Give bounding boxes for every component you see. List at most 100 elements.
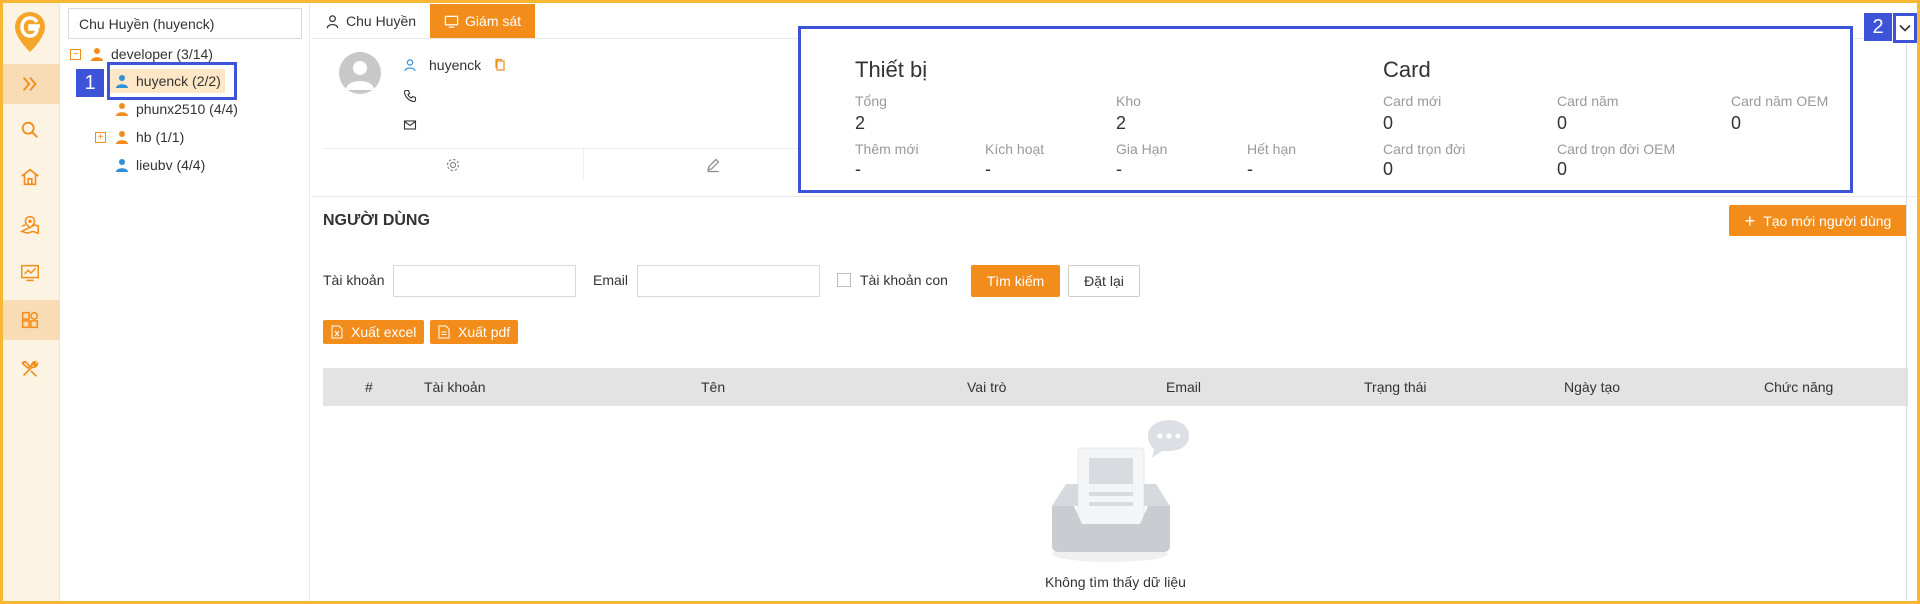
tree-node-label: lieubv (4/4) (136, 157, 206, 173)
user-group-icon (116, 131, 128, 144)
user-group-icon (91, 48, 103, 61)
column-header: Chức năng (1764, 379, 1834, 395)
column-header: Trạng thái (1364, 379, 1427, 395)
user-group-icon (116, 103, 128, 116)
profile-username: huyenck (429, 57, 482, 73)
callout-badge-1: 1 (76, 69, 104, 97)
device-stats-title: Thiết bị (855, 57, 928, 82)
export-pdf-button[interactable]: Xuất pdf (430, 320, 519, 344)
tree-node-label: phunx2510 (4/4) (136, 101, 238, 117)
monitor-icon (444, 15, 459, 28)
stat-value: 0 (1383, 113, 1394, 133)
collapse-toggle-icon[interactable]: − (70, 48, 81, 60)
stat-value: 0 (1557, 159, 1568, 179)
column-header: # (365, 379, 373, 395)
column-header: Tài khoản (424, 379, 486, 395)
stat-label: Card trọn đời (1383, 141, 1466, 157)
map-icon[interactable] (0, 205, 60, 245)
tree-node-phunx2510[interactable]: phunx2510 (4/4) (114, 97, 238, 121)
child-account-checkbox[interactable] (837, 273, 851, 287)
users-heading: NGƯỜI DÙNG (323, 212, 430, 229)
create-user-button[interactable]: + Tạo mới người dùng (1729, 205, 1907, 236)
pdf-file-icon (438, 325, 450, 339)
column-header: Tên (701, 379, 726, 395)
users-table-header: # Tài khoản Tên Vai trò Email Trạng thái… (323, 368, 1908, 406)
profile-username-row: huyenck (403, 57, 507, 73)
column-header: Email (1166, 379, 1202, 395)
stat-label: Card trọn đời OEM (1557, 141, 1676, 157)
home-icon[interactable] (0, 157, 60, 197)
stat-value: 2 (1116, 113, 1127, 133)
export-pdf-label: Xuất pdf (458, 324, 511, 340)
card-stats-title: Card (1383, 57, 1431, 82)
stat-label: Gia Hạn (1116, 141, 1168, 157)
empty-inbox-illustration (1044, 414, 1196, 564)
reset-button[interactable]: Đặt lại (1068, 265, 1140, 297)
stat-label: Card năm (1557, 93, 1619, 109)
tree-node-label: hb (1/1) (136, 129, 185, 145)
excel-file-icon (331, 325, 343, 339)
export-excel-button[interactable]: Xuất excel (323, 320, 425, 344)
stat-label: Hết hạn (1247, 141, 1297, 157)
stat-label: Card mới (1383, 93, 1442, 109)
expand-icon[interactable] (0, 64, 60, 104)
child-account-label: Tài khoản con (860, 272, 948, 288)
tab-label: Giám sát (465, 13, 522, 29)
search-icon[interactable] (0, 110, 60, 150)
nav-rail (0, 0, 60, 604)
stat-label: Card năm OEM (1731, 93, 1829, 109)
stat-value: - (855, 159, 861, 179)
logo (13, 10, 47, 54)
stat-value: 0 (1731, 113, 1742, 133)
column-header: Vai trò (967, 379, 1007, 395)
stat-value: 2 (855, 113, 866, 133)
create-user-label: Tạo mới người dùng (1763, 212, 1892, 229)
profile-actions (323, 148, 843, 180)
email-filter-label: Email (593, 272, 629, 288)
stat-value: 0 (1383, 159, 1394, 179)
export-excel-label: Xuất excel (351, 324, 417, 340)
tree-node-lieubv[interactable]: lieubv (4/4) (114, 153, 205, 177)
tools-icon[interactable] (0, 349, 60, 389)
stat-label: Thêm mới (855, 141, 919, 157)
stats-panel: Thiết bị Tổng 2 Kho 2 Thêm mới - Kích ho… (798, 26, 1853, 193)
chevron-down-icon[interactable] (1893, 13, 1917, 43)
account-filter-label: Tài khoản (323, 272, 385, 288)
stat-value: - (985, 159, 991, 179)
callout-highlight-1 (107, 62, 237, 100)
phone-icon (403, 89, 417, 103)
tree-node-hb[interactable]: + hb (1/1) (95, 125, 184, 149)
stat-value: - (1116, 159, 1122, 179)
search-button[interactable]: Tìm kiếm (971, 265, 1060, 297)
account-filter-input[interactable] (393, 265, 576, 297)
avatar (339, 52, 381, 94)
stat-label: Kích hoạt (985, 141, 1045, 157)
tab-bar: Chu Huyền Giám sát (311, 4, 536, 38)
tree-search-input[interactable]: Chu Huyền (huyenck) (68, 8, 302, 39)
monitor-chart-icon[interactable] (0, 253, 60, 293)
stat-label: Kho (1116, 93, 1141, 109)
tree-node-label: developer (3/14) (111, 46, 213, 62)
tab-label: Chu Huyền (346, 13, 417, 29)
user-outline-icon (404, 59, 416, 72)
column-header: Ngày tạo (1564, 379, 1621, 395)
profile-email-row (403, 118, 429, 132)
user-icon (116, 159, 128, 172)
tab-monitor[interactable]: Giám sát (430, 4, 536, 38)
empty-state-text: Không tìm thấy dữ liệu (1045, 574, 1186, 590)
tab-profile[interactable]: Chu Huyền (311, 4, 430, 38)
stat-label: Tổng (855, 93, 887, 109)
user-outline-icon (326, 14, 339, 28)
expand-toggle-icon[interactable]: + (95, 131, 106, 143)
callout-badge-2: 2 (1864, 13, 1892, 41)
email-filter-input[interactable] (637, 265, 820, 297)
stat-value: 0 (1557, 113, 1568, 133)
stat-value: - (1247, 159, 1253, 179)
plus-icon: + (1744, 210, 1756, 231)
settings-icon[interactable] (323, 149, 584, 180)
copy-icon[interactable] (493, 58, 507, 72)
apps-icon[interactable] (0, 300, 60, 340)
scrollbar-track[interactable] (1906, 40, 1907, 600)
profile-phone-row (403, 89, 429, 103)
mail-icon (403, 120, 417, 130)
